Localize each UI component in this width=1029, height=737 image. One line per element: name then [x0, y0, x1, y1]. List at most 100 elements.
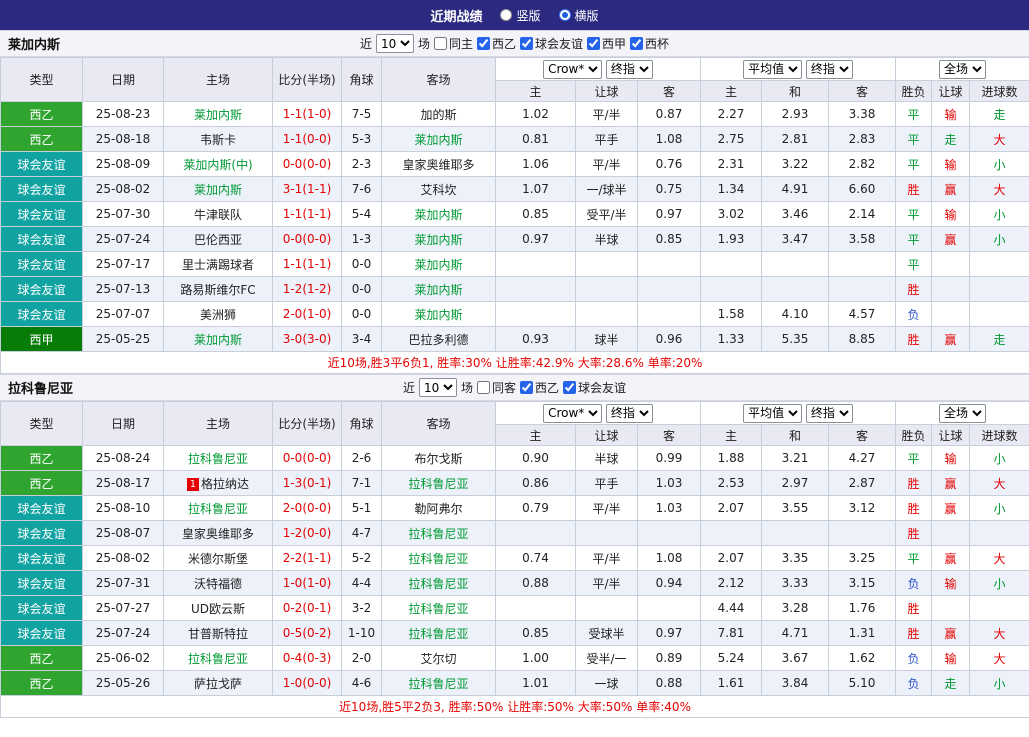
home-team: 莱加内斯 [164, 177, 273, 202]
col-handicap-result: 让球 [932, 81, 970, 102]
scope-select[interactable]: 全场 [939, 60, 986, 79]
match-row: 西乙25-05-26萨拉戈萨1-0(0-0)4-6拉科鲁尼亚1.01一球0.88… [1, 671, 1029, 696]
league-badge: 西乙 [1, 446, 83, 471]
col-goals-result: 进球数 [970, 425, 1029, 446]
result-handicap: 输 [932, 102, 970, 127]
avg-group-header: 平均值 终指 [701, 58, 896, 81]
filter-option[interactable]: 西乙 [520, 379, 559, 396]
team-section-lacoruna: 拉科鲁尼亚 近 10 场 同客西乙球会友谊 类型 日期 主场 比分(半场) 角球… [0, 374, 1029, 718]
avg-stage-select[interactable]: 终指 [806, 60, 853, 79]
filter-checkbox[interactable] [587, 37, 600, 50]
team-name-text: 莱加内斯 [194, 108, 242, 122]
col-avg-home: 主 [701, 81, 762, 102]
corner-score: 2-3 [342, 152, 382, 177]
home-team: 牛津联队 [164, 202, 273, 227]
filter-checkbox[interactable] [630, 37, 643, 50]
filter-option-label: 西杯 [645, 35, 669, 52]
away-team: 莱加内斯 [382, 202, 496, 227]
team-name-text: 拉科鲁尼亚 [408, 627, 468, 641]
league-badge: 球会友谊 [1, 177, 83, 202]
team-name-text: 拉科鲁尼亚 [408, 577, 468, 591]
filter-option-label: 球会友谊 [578, 379, 626, 396]
match-date: 25-07-24 [83, 227, 164, 252]
match-count-select[interactable]: 10 [376, 34, 414, 53]
result-handicap: 输 [932, 446, 970, 471]
match-date: 25-07-31 [83, 571, 164, 596]
filter-option[interactable]: 西乙 [477, 35, 516, 52]
match-score: 2-2(1-1) [273, 546, 342, 571]
filter-checkbox[interactable] [477, 37, 490, 50]
filter-option[interactable]: 球会友谊 [563, 379, 626, 396]
away-team: 莱加内斯 [382, 227, 496, 252]
avg-source-select[interactable]: 平均值 [743, 60, 802, 79]
result-goals [970, 252, 1029, 277]
count-suffix-label: 场 [461, 379, 473, 396]
results-table-leganes: 类型 日期 主场 比分(半场) 角球 客场 Crow* 终指 平均值 终指 全场 [0, 57, 1029, 374]
result-outcome: 平 [896, 202, 932, 227]
odds-source-select[interactable]: Crow* [543, 404, 602, 423]
result-handicap [932, 252, 970, 277]
radio-icon-vertical[interactable] [500, 9, 512, 21]
team-name-text: 莱加内斯 [414, 258, 462, 272]
odds-stage-select[interactable]: 终指 [606, 404, 653, 423]
filter-checkbox[interactable] [477, 381, 490, 394]
away-team: 莱加内斯 [382, 127, 496, 152]
team-name-label: 拉科鲁尼亚 [8, 378, 73, 397]
radio-icon-horizontal[interactable] [559, 9, 571, 21]
avg-source-select[interactable]: 平均值 [743, 404, 802, 423]
match-date: 25-07-17 [83, 252, 164, 277]
corner-score: 1-10 [342, 621, 382, 646]
filter-option[interactable]: 球会友谊 [520, 35, 583, 52]
page-title: 近期战绩 [430, 6, 482, 25]
filter-option[interactable]: 同主 [434, 35, 473, 52]
odds-stage-select[interactable]: 终指 [606, 60, 653, 79]
match-date: 25-08-02 [83, 546, 164, 571]
avg-home-odds: 7.81 [701, 621, 762, 646]
avg-draw-odds: 4.10 [762, 302, 829, 327]
near-label: 近 [403, 379, 415, 396]
filter-option[interactable]: 西甲 [587, 35, 626, 52]
result-outcome: 胜 [896, 521, 932, 546]
odds-source-select[interactable]: Crow* [543, 60, 602, 79]
filter-checkbox[interactable] [434, 37, 447, 50]
layout-radio-vertical[interactable]: 竖版 [500, 7, 540, 24]
match-date: 25-08-02 [83, 177, 164, 202]
col-avg-draw: 和 [762, 425, 829, 446]
corner-score: 0-0 [342, 252, 382, 277]
scope-select[interactable]: 全场 [939, 404, 986, 423]
avg-away-odds: 3.12 [829, 496, 896, 521]
avg-away-odds: 5.10 [829, 671, 896, 696]
summary-text: 近10场,胜3平6负1, 胜率:30% 让胜率:42.9% 大率:28.6% 单… [1, 352, 1029, 374]
team-name-text: 拉科鲁尼亚 [408, 552, 468, 566]
filter-checkbox[interactable] [520, 37, 533, 50]
avg-home-odds: 2.27 [701, 102, 762, 127]
corner-score: 3-4 [342, 327, 382, 352]
avg-stage-select[interactable]: 终指 [806, 404, 853, 423]
away-team: 莱加内斯 [382, 302, 496, 327]
avg-home-odds: 2.07 [701, 546, 762, 571]
filter-option[interactable]: 同客 [477, 379, 516, 396]
col-avg-away: 客 [829, 81, 896, 102]
away-team: 布尔戈斯 [382, 446, 496, 471]
avg-draw-odds: 3.84 [762, 671, 829, 696]
team-name-text: 拉科鲁尼亚 [408, 677, 468, 691]
avg-away-odds: 3.58 [829, 227, 896, 252]
odds-group-header: Crow* 终指 [496, 402, 701, 425]
avg-draw-odds: 3.35 [762, 546, 829, 571]
avg-draw-odds: 3.22 [762, 152, 829, 177]
filter-option[interactable]: 西杯 [630, 35, 669, 52]
col-corners: 角球 [342, 402, 382, 446]
match-count-select[interactable]: 10 [419, 378, 457, 397]
team-name-text: 美洲狮 [200, 308, 236, 322]
team-name-text: 拉科鲁尼亚 [188, 652, 248, 666]
match-row: 西乙25-08-23莱加内斯1-1(1-0)7-5加的斯1.02平/半0.872… [1, 102, 1029, 127]
match-score: 1-1(0-0) [273, 127, 342, 152]
odds-away [638, 277, 701, 302]
filter-checkbox[interactable] [520, 381, 533, 394]
handicap-line [576, 521, 638, 546]
match-date: 25-07-27 [83, 596, 164, 621]
layout-radio-horizontal[interactable]: 横版 [559, 7, 599, 24]
result-goals: 大 [970, 177, 1029, 202]
filter-checkbox[interactable] [563, 381, 576, 394]
odds-home: 1.01 [496, 671, 576, 696]
